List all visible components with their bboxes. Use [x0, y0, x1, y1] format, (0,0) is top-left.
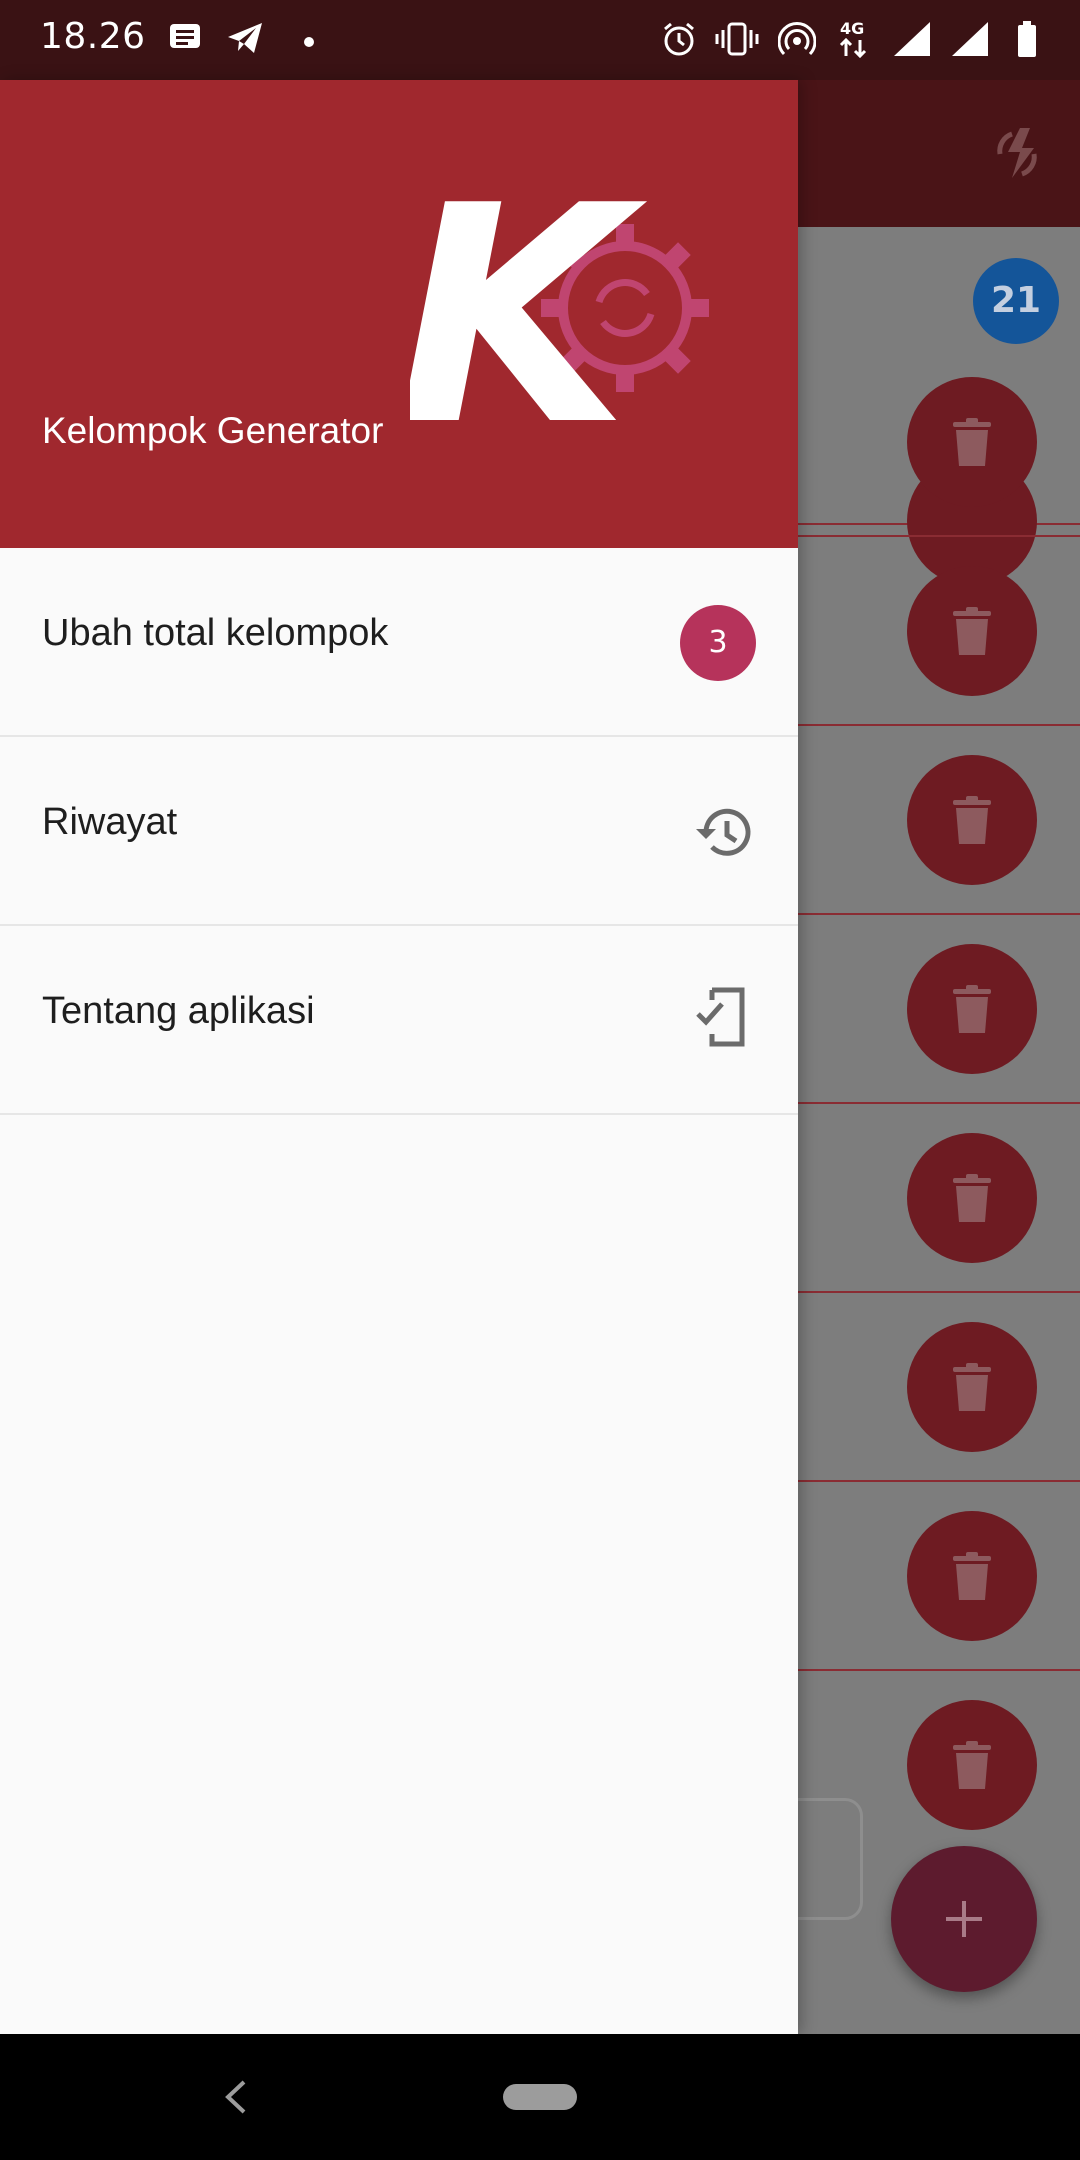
- app-logo: K: [396, 142, 730, 491]
- menu-item-label: Tentang aplikasi: [42, 990, 315, 1032]
- status-time: 18.26: [40, 16, 146, 57]
- battery-icon: [1016, 20, 1038, 62]
- signal-icon-2: [950, 20, 990, 62]
- drawer-title: Kelompok Generator: [42, 410, 384, 451]
- menu-item-group-count[interactable]: Ubah total kelompok 3: [0, 548, 798, 737]
- dot-icon: [303, 33, 315, 52]
- signal-icon: [892, 20, 932, 62]
- telegram-icon: [226, 20, 264, 60]
- back-icon[interactable]: [222, 2078, 248, 2120]
- home-pill[interactable]: [503, 2084, 577, 2110]
- alarm-icon: [660, 20, 698, 62]
- menu-item-about[interactable]: Tentang aplikasi: [0, 926, 798, 1115]
- drawer-scrim[interactable]: [798, 80, 1080, 2034]
- message-icon: [168, 20, 202, 58]
- logo-letter: K: [410, 180, 649, 440]
- hotspot-icon: [777, 20, 817, 62]
- status-bar: 18.26 4G: [0, 0, 1080, 80]
- history-icon: [694, 807, 754, 863]
- menu-item-history[interactable]: Riwayat: [0, 737, 798, 926]
- menu-item-label: Riwayat: [42, 801, 178, 843]
- phone-check-icon: [694, 986, 748, 1052]
- drawer-header: K Kelompok Generator: [0, 80, 798, 548]
- navigation-drawer: K Kelompok Generator Ubah total kelompok…: [0, 80, 798, 2034]
- menu-item-label: Ubah total kelompok: [42, 612, 389, 654]
- system-navigation-bar: [0, 2034, 1080, 2160]
- group-count-badge: 3: [680, 605, 756, 681]
- network-type-icon: 4G: [836, 18, 872, 62]
- vibrate-icon: [715, 20, 759, 62]
- network-type-label: 4G: [840, 19, 864, 38]
